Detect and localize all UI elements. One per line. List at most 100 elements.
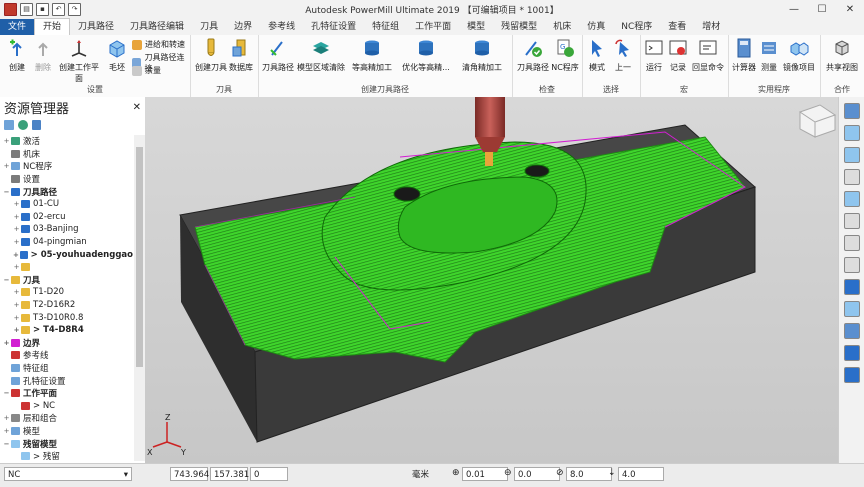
block-button[interactable]: 毛坯 — [104, 38, 130, 73]
macro-run-button[interactable]: 运行 — [642, 38, 666, 73]
expander-icon[interactable]: + — [2, 137, 11, 145]
tree-item[interactable]: +01-CU — [0, 198, 133, 211]
tab-1[interactable]: 开始 — [34, 18, 71, 35]
tab-9[interactable]: 工作平面 — [407, 19, 459, 35]
optimised-z-finish-button[interactable]: 优化等高精... — [398, 38, 454, 73]
tree-item[interactable]: − 残留模型 — [0, 437, 133, 450]
plain-shade-icon[interactable] — [843, 323, 860, 339]
expander-icon[interactable]: + — [12, 225, 21, 233]
expander-icon[interactable]: + — [2, 339, 11, 347]
explorer-scrollbar[interactable] — [134, 135, 145, 461]
expander-icon[interactable]: − — [2, 389, 11, 397]
save-icon[interactable]: ▪ — [36, 2, 49, 16]
expander-icon[interactable]: + — [2, 162, 11, 170]
select-mode-button[interactable]: 模式 — [584, 38, 610, 73]
app-icon[interactable] — [4, 2, 17, 16]
database-button[interactable]: 数据库 — [228, 38, 254, 73]
tree-item[interactable]: + T3-D10R0.8 — [0, 311, 133, 324]
trash-icon[interactable] — [32, 120, 41, 130]
tree-item[interactable]: + > 05-youhuadenggao — [0, 248, 133, 261]
model-area-clearance-button[interactable]: 模型区域清除 — [296, 38, 346, 73]
tree-item[interactable]: + T2-D16R2 — [0, 299, 133, 312]
expander-icon[interactable]: + — [12, 213, 21, 221]
tab-12[interactable]: 机床 — [545, 19, 579, 35]
expander-icon[interactable]: + — [12, 251, 20, 259]
tab-16[interactable]: 增材 — [694, 19, 728, 35]
zoom-in-icon[interactable] — [843, 235, 860, 251]
open-icon[interactable]: ▤ — [20, 2, 33, 16]
create-button[interactable]: 创建 — [4, 38, 30, 73]
z-coordinate-field[interactable]: 0 — [250, 467, 288, 481]
select-previous-button[interactable]: 上一 — [610, 38, 636, 73]
toolpath-button[interactable]: 刀具路径 — [260, 38, 296, 73]
tree-item[interactable]: 机床 — [0, 148, 133, 161]
diameter-field[interactable]: 8.0 — [566, 467, 612, 481]
undo-icon[interactable]: ↶ — [52, 2, 65, 16]
tree-item[interactable]: 参考线 — [0, 349, 133, 362]
view-iso-icon[interactable] — [843, 125, 860, 141]
wireframe-icon[interactable] — [843, 301, 860, 317]
tree-item[interactable]: 特征组 — [0, 362, 133, 375]
tree-item[interactable]: 设置 — [0, 173, 133, 186]
share-view-button[interactable]: 共享视图 — [822, 38, 862, 73]
tree-item[interactable]: > 残留 — [0, 450, 133, 463]
tab-13[interactable]: 仿真 — [579, 19, 613, 35]
feeds-button[interactable]: 进给和转速 — [132, 39, 185, 50]
tab-5[interactable]: 边界 — [226, 19, 260, 35]
expander-icon[interactable]: + — [2, 414, 11, 422]
tree-item[interactable]: +04-pingmian — [0, 236, 133, 249]
tree-item[interactable]: + 层和组合 — [0, 412, 133, 425]
verify-nc-button[interactable]: G NC程序 — [550, 38, 580, 73]
thickness-field[interactable]: 0.0 — [514, 467, 560, 481]
tab-6[interactable]: 参考线 — [260, 19, 303, 35]
shaded-icon[interactable] — [843, 279, 860, 295]
3d-viewport[interactable]: Z X Y — [145, 97, 839, 463]
tab-14[interactable]: NC程序 — [613, 19, 660, 35]
zoom-icon[interactable] — [843, 169, 860, 185]
tree-item[interactable]: + — [0, 261, 133, 274]
expander-icon[interactable]: − — [2, 276, 11, 284]
tree-item[interactable]: + 边界 — [0, 337, 133, 350]
tab-7[interactable]: 孔特征设置 — [303, 19, 364, 35]
corner-finish-button[interactable]: 清角精加工 — [456, 38, 508, 73]
tolerance-field[interactable]: 0.01 — [462, 467, 508, 481]
maximize-button[interactable]: ☐ — [808, 0, 836, 18]
tree-item[interactable]: + > T4-D8R4 — [0, 324, 133, 337]
stepdown-field[interactable]: 4.0 — [618, 467, 664, 481]
measure-button[interactable]: 测量 — [758, 38, 780, 73]
tab-10[interactable]: 模型 — [459, 19, 493, 35]
macro-record-button[interactable]: 记录 — [666, 38, 690, 73]
expander-icon[interactable]: − — [2, 188, 11, 196]
mirror-project-button[interactable]: 镜像项目 — [780, 38, 818, 73]
expander-icon[interactable]: − — [2, 440, 11, 448]
tab-4[interactable]: 刀具 — [192, 19, 226, 35]
y-coordinate-field[interactable]: 157.381 — [210, 467, 249, 481]
expander-icon[interactable]: + — [12, 288, 21, 296]
expander-icon[interactable]: + — [12, 238, 21, 246]
tree-item[interactable]: − 刀具路径 — [0, 185, 133, 198]
expander-icon[interactable]: + — [12, 301, 21, 309]
expander-icon[interactable]: + — [12, 263, 21, 271]
close-icon[interactable]: ✕ — [133, 102, 141, 113]
tree-item[interactable]: +03-Banjing — [0, 223, 133, 236]
zoom-out-icon[interactable] — [843, 257, 860, 273]
echo-commands-button[interactable]: 回显命令 — [690, 38, 726, 73]
tree-item[interactable]: + NC程序 — [0, 160, 133, 173]
tab-3[interactable]: 刀具路径编辑 — [122, 19, 192, 35]
tree-item[interactable]: +02-ercu — [0, 211, 133, 224]
select-mode-icon[interactable] — [843, 345, 860, 361]
tab-11[interactable]: 残留模型 — [493, 19, 545, 35]
scrollbar-thumb[interactable] — [136, 147, 143, 367]
minimize-button[interactable]: — — [780, 0, 808, 18]
tree-item[interactable]: − 工作平面 — [0, 387, 133, 400]
view-plan-icon[interactable] — [843, 103, 860, 119]
delete-button[interactable]: 删除 — [30, 38, 56, 73]
tree-item[interactable]: − 刀具 — [0, 274, 133, 287]
zoom-fit-icon[interactable] — [843, 213, 860, 229]
redo-icon[interactable]: ↷ — [68, 2, 81, 16]
tree-item[interactable]: + T1-D20 — [0, 286, 133, 299]
expander-icon[interactable]: + — [2, 427, 11, 435]
close-button[interactable]: ✕ — [836, 0, 864, 18]
tab-8[interactable]: 特征组 — [364, 19, 407, 35]
model-view[interactable]: Z X Y — [145, 97, 839, 463]
